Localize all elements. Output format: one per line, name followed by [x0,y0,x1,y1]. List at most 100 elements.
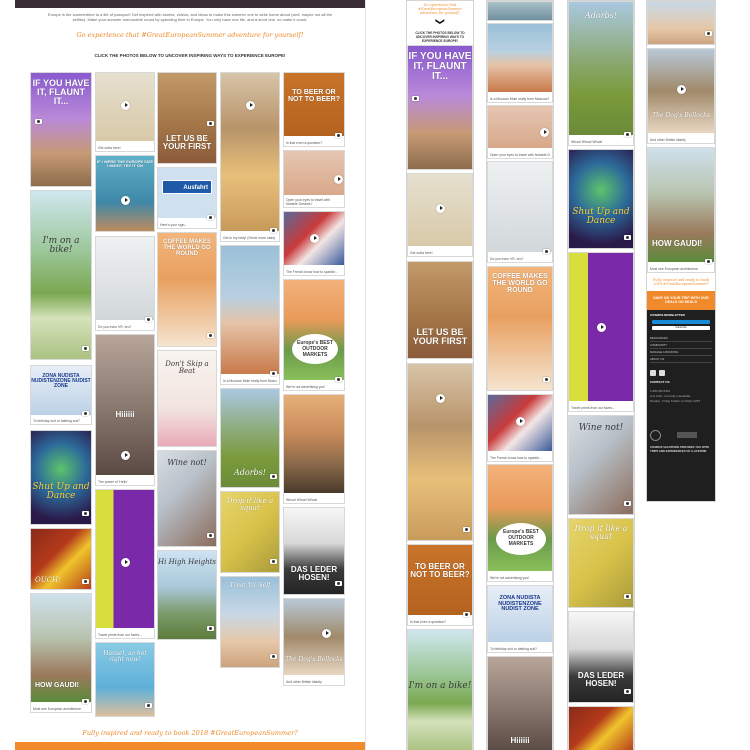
card-bike[interactable]: I'm on a bike! [407,629,473,750]
card-beach[interactable]: Get outta here! [95,72,155,152]
subscribe-button[interactable]: Subscribe [652,326,710,330]
card-eat-it[interactable] [407,363,473,541]
card-ausfahrt[interactable]: Ausfahrt Here's your sign... [157,167,217,229]
card-shut-up-dance[interactable]: Shut Up and Dance [30,430,92,525]
card-ouch[interactable]: OUCH! [30,528,92,590]
card-moscow-mule[interactable]: Is a Moscow Mule really from Moscow? [487,23,553,103]
card-beach[interactable]: Get outta here! [407,173,473,257]
card-vr[interactable]: Do you even VR, bro? [95,236,155,331]
card-hansel[interactable]: Hansel, so hot right now! [95,642,155,717]
deals-banner[interactable]: SAVE ON YOUR TRIP WITH OUR DEALS ON DEAL… [647,291,715,310]
card-whoa[interactable]: Whoa! Whoa! Whoa! [283,394,345,504]
play-icon[interactable] [121,451,130,460]
newsletter-input[interactable] [652,320,710,324]
card-dogs-bollocks[interactable]: The Dog's Bollocks And other British hil… [647,48,715,144]
card-how-gaudi[interactable]: HOW GAUDI! Must see European architectur… [30,593,92,713]
camera-icon [270,654,277,659]
card-das-leder[interactable]: DAS LEDER HOSEN! [568,611,634,703]
card-hiiiii[interactable]: Hiiiiii The power of 'Hello' [95,334,155,486]
badge-icon [650,430,661,441]
card-coffee[interactable]: COFFEE MAKES THE WORLD GO ROUND [487,266,553,391]
mobile-book-headline: Fully inspired and ready to book 2018 #G… [653,278,709,286]
card-to-beer[interactable]: TO BEER OR NOT TO BEER? Is that even a q… [283,72,345,147]
card-moscow-mule[interactable]: Is a Moscow Mule really from Moscow? [220,245,280,385]
chevron-down-icon[interactable]: ❯ [435,15,446,29]
card-das-leder[interactable]: DAS LEDER HOSEN! [283,507,345,595]
card-caption: The French know how to sparkle... [286,270,338,274]
card-bike[interactable]: I'm on a bike! [30,190,92,360]
card-french[interactable]: The French know how to sparkle... [283,211,345,276]
card-if-you-have-it[interactable]: IF YOU HAVE IT, FLAUNT IT... [407,45,473,170]
partner-logo [677,432,697,438]
card-boots[interactable]: IF I WERE THE EUROPE SIZE I MIGHT TRY IT… [95,155,155,232]
play-icon[interactable] [677,85,686,94]
card-treat-yo[interactable] [647,1,715,45]
play-icon[interactable] [436,394,445,403]
card-nudist[interactable]: ZONA NUDISTA NUDISTENZONE NUDIST ZONE To… [487,585,553,653]
card-top-strip[interactable] [487,1,553,21]
card-wine-not[interactable]: Wine not! [157,450,217,547]
facebook-icon[interactable] [650,370,656,376]
card-caption: The French know how to sparkle... [490,456,542,460]
footer-nav-manage-booking[interactable]: MANAGE A BOOKING [650,350,712,356]
card-caption: To birthday suit or bathing suit? [33,419,80,423]
card-how-gaudi[interactable]: HOW GAUDI! Must see European architectur… [647,147,715,273]
card-open-eyes[interactable]: Open your eyes to travel with Notable Dr… [487,105,553,159]
header-bar [15,0,365,8]
site-footer: COSMOS NEWSLETTER Subscribe RESOURCES CO… [647,310,715,501]
card-shut-up-dance[interactable]: Shut Up and Dance [568,149,634,249]
orange-headline: Go experience that #GreatEuropeanSummer … [76,31,304,39]
twitter-icon[interactable] [659,370,665,376]
play-icon[interactable] [540,128,549,137]
card-markets[interactable]: Europe's BEST OUTDOOR MARKETS We're not … [487,464,553,582]
card-let-us-be[interactable]: LET US BE YOUR FIRST [407,261,473,359]
card-vr[interactable]: Do you even VR, bro? [487,161,553,263]
footer-nav-community[interactable]: COMMUNITY [650,343,712,349]
card-overlay-text: Hiiiiii [115,410,135,419]
footer-nav-about-us[interactable]: ABOUT US [650,357,712,363]
card-if-you-have-it[interactable]: IF YOU HAVE IT, FLAUNT IT... [30,72,92,187]
play-icon[interactable] [436,204,445,213]
play-icon[interactable] [121,558,130,567]
card-caption: Get outta here! [410,251,433,255]
card-let-us-be[interactable]: LET US BE YOUR FIRST [157,72,217,164]
card-coffee[interactable]: COFFEE MAKES THE WORLD GO ROUND [157,232,217,347]
card-overlay-text: Hansel, so hot right now! [103,650,147,663]
card-treat-yo[interactable]: Treat Yo' Self [220,576,280,668]
card-hiiiii[interactable]: Hiiiiii [487,656,553,750]
play-icon[interactable] [334,175,343,184]
card-overlay-text: DAS LEDER HOSEN! [290,565,338,582]
play-icon[interactable] [322,629,331,638]
card-markets[interactable]: Europe's BEST OUTDOOR MARKETS We're not … [283,279,345,391]
mobile-column-4: The Dog's Bollocks And other British hil… [646,0,716,502]
card-french[interactable]: The French know how to sparkle... [487,394,553,462]
card-drop-squat[interactable]: Drop it like a squat [220,491,280,573]
card-purple-wall[interactable]: Travel prints from our faves... [568,252,634,412]
card-hi-heights[interactable]: Hi High Heights [157,550,217,640]
card-adorbs[interactable]: Adorbs! [220,388,280,488]
mobile-column-1: Go experience that #GreatEuropeanSummer … [406,0,474,750]
card-drop-squat[interactable]: Drop it like a squat [568,518,634,608]
play-icon[interactable] [121,101,130,110]
card-purple-wall[interactable]: Travel prints from our faves... [95,489,155,639]
play-icon[interactable] [516,417,525,426]
play-icon[interactable] [246,101,255,110]
card-caption: Is that even a question? [410,620,447,624]
card-adorbs[interactable]: Adorbs! Whoa! Whoa! Whoa! [568,1,634,146]
play-icon[interactable] [310,234,319,243]
play-icon[interactable] [121,196,130,205]
card-eat-it[interactable]: Get in my belly! (Serve more oaks) [220,72,280,242]
card-nudist[interactable]: ZONA NUDISTA NUDISTENZONE NUDIST ZONE To… [30,365,92,425]
card-open-eyes[interactable]: Open your eyes to travel with Notable Dr… [283,150,345,208]
footer-nav-resources[interactable]: RESOURCES [650,336,712,342]
card-dont-skip[interactable]: Don't Skip a Beat [157,350,217,447]
card-wine-not[interactable]: Wine not! [568,415,634,515]
camera-icon [543,249,550,254]
card-overlay-text: HOW GAUDI! [35,682,79,689]
card-to-beer[interactable]: TO BEER OR NOT TO BEER? Is that even a q… [407,544,473,626]
card-ouch[interactable] [568,706,634,750]
card-overlay-text: Adorbs! [585,11,617,20]
card-overlay-text: Drop it like a squat [574,524,628,541]
play-icon[interactable] [597,323,606,332]
card-dogs-bollocks[interactable]: The Dog's Bollocks And other British hil… [283,598,345,686]
